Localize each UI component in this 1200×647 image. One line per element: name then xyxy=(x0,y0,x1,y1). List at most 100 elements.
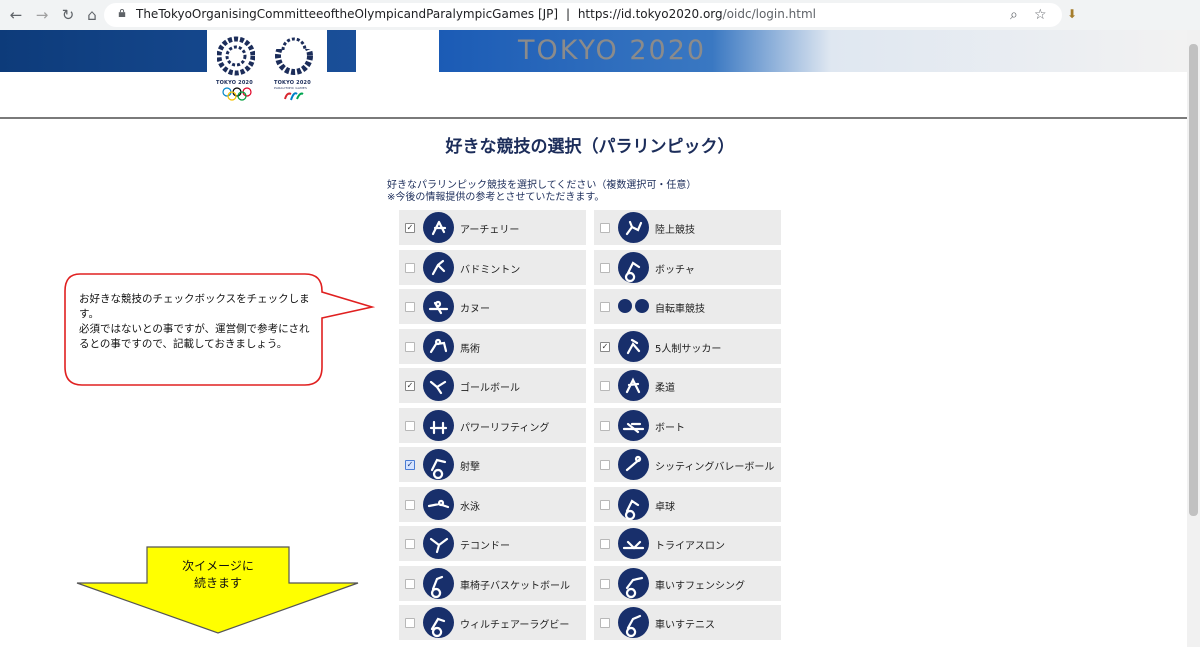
sport-label: 射撃 xyxy=(460,462,480,473)
sport-checkbox[interactable] xyxy=(600,539,610,549)
rowing-icon xyxy=(618,410,649,441)
sport-checkbox[interactable] xyxy=(405,342,415,352)
sport-option[interactable]: カヌー xyxy=(399,289,586,324)
sport-label: トライアスロン xyxy=(655,541,725,552)
sport-label: ウィルチェアーラグビー xyxy=(460,620,570,631)
callout-line2: 必須ではないとの事ですが、運営側で参考にされるとの事ですので、記載しておきましょ… xyxy=(79,323,310,350)
sport-label: 馬術 xyxy=(460,344,480,355)
sport-option[interactable]: 陸上競技 xyxy=(594,210,781,245)
sport-checkbox[interactable] xyxy=(600,618,610,628)
powerlifting-icon xyxy=(423,410,454,441)
scrollbar-thumb[interactable] xyxy=(1189,44,1198,516)
back-icon[interactable]: ← xyxy=(6,5,26,25)
sport-label: 5人制サッカー xyxy=(655,344,722,355)
sport-label: バドミントン xyxy=(460,265,521,276)
sport-checkbox[interactable] xyxy=(405,579,415,589)
sport-option[interactable]: 車いすフェンシング xyxy=(594,566,781,601)
sport-label: ボート xyxy=(655,423,685,434)
sport-checkbox[interactable] xyxy=(405,421,415,431)
cycling-icon xyxy=(635,299,649,313)
callout-line1: お好きな競技のチェックボックスをチェックします。 xyxy=(79,293,310,320)
sport-label: 卓球 xyxy=(655,502,675,513)
zoom-icon[interactable]: ⌕ xyxy=(1010,7,1018,23)
sport-option[interactable]: ボート xyxy=(594,408,781,443)
sport-option[interactable]: ボッチャ xyxy=(594,250,781,285)
lock-icon xyxy=(118,9,126,17)
sport-checkbox[interactable] xyxy=(600,381,610,391)
arrow-line1: 次イメージに xyxy=(182,559,254,573)
sport-option[interactable]: パワーリフティング xyxy=(399,408,586,443)
athletics-icon xyxy=(618,212,649,243)
sport-option[interactable]: 柔道 xyxy=(594,368,781,403)
boccia-icon xyxy=(618,252,649,283)
sport-option[interactable]: トライアスロン xyxy=(594,526,781,561)
sport-checkbox[interactable] xyxy=(600,421,610,431)
sport-checkbox[interactable] xyxy=(405,539,415,549)
judo-icon xyxy=(618,370,649,401)
shooting-icon xyxy=(423,449,454,480)
sport-checkbox[interactable] xyxy=(600,500,610,510)
sport-checkbox[interactable] xyxy=(600,263,610,273)
forward-icon[interactable]: → xyxy=(32,5,52,25)
sport-option[interactable]: ✓ ゴールボール xyxy=(399,368,586,403)
home-icon[interactable]: ⌂ xyxy=(82,5,102,25)
sport-checkbox[interactable]: ✓ xyxy=(405,460,415,470)
sport-label: カヌー xyxy=(460,304,490,315)
header-divider xyxy=(0,117,1187,119)
url-text: TheTokyoOrganisingCommitteeoftheOlympica… xyxy=(136,7,816,21)
sport-option[interactable]: ✓ アーチェリー xyxy=(399,210,586,245)
goalball-icon xyxy=(423,370,454,401)
sport-option[interactable]: 自転車競技 xyxy=(594,289,781,324)
sport-option[interactable]: 車椅子バスケットボール xyxy=(399,566,586,601)
url-path: /oidc/login.html xyxy=(722,7,816,21)
sport-label: 水泳 xyxy=(460,502,480,513)
sport-checkbox[interactable] xyxy=(600,579,610,589)
callout-text: お好きな競技のチェックボックスをチェックします。 必須ではないとの事ですが、運営… xyxy=(79,292,311,352)
sport-checkbox[interactable]: ✓ xyxy=(405,223,415,233)
sport-checkbox[interactable] xyxy=(600,223,610,233)
sport-checkbox[interactable]: ✓ xyxy=(405,381,415,391)
sport-option[interactable]: ウィルチェアーラグビー xyxy=(399,605,586,640)
sport-checkbox[interactable] xyxy=(405,500,415,510)
equestrian-icon xyxy=(423,331,454,362)
sport-label: アーチェリー xyxy=(460,225,520,236)
sport-label: ボッチャ xyxy=(655,265,695,276)
table-tennis-icon xyxy=(618,489,649,520)
sport-checkbox[interactable]: ✓ xyxy=(600,342,610,352)
extension-icon[interactable]: ⬇ xyxy=(1067,7,1077,21)
page-title: 好きな競技の選択（パラリンピック） xyxy=(445,137,735,157)
sport-checkbox[interactable] xyxy=(600,460,610,470)
cycling-icon xyxy=(618,299,632,313)
sport-option[interactable]: テコンドー xyxy=(399,526,586,561)
address-bar[interactable]: TheTokyoOrganisingCommitteeoftheOlympica… xyxy=(104,3,1062,27)
sport-checkbox[interactable] xyxy=(600,302,610,312)
sport-checkbox[interactable] xyxy=(405,302,415,312)
reload-icon[interactable]: ↻ xyxy=(58,5,78,25)
sport-label: 車いすフェンシング xyxy=(655,581,745,592)
sport-option[interactable]: ✓ 射撃 xyxy=(399,447,586,482)
sport-label: 車椅子バスケットボール xyxy=(460,581,570,592)
sport-option[interactable]: バドミントン xyxy=(399,250,586,285)
agitos-icon xyxy=(284,92,304,101)
sport-checkbox[interactable] xyxy=(405,263,415,273)
sport-option[interactable]: ✓ 5人制サッカー xyxy=(594,329,781,364)
sport-label: テコンドー xyxy=(460,541,510,552)
continue-arrow-text: 次イメージに 続きます xyxy=(150,558,286,592)
sport-option[interactable]: 水泳 xyxy=(399,487,586,522)
sport-option[interactable]: 卓球 xyxy=(594,487,781,522)
sport-label: ゴールボール xyxy=(460,383,520,394)
paralympic-emblem-icon xyxy=(275,36,313,75)
sport-option[interactable]: 車いすテニス xyxy=(594,605,781,640)
arrow-line2: 続きます xyxy=(193,576,242,590)
sport-option[interactable]: シッティングバレーボール xyxy=(594,447,781,482)
star-icon[interactable]: ☆ xyxy=(1034,7,1047,23)
wheelchair-rugby-icon xyxy=(423,607,454,638)
sport-option[interactable]: 馬術 xyxy=(399,329,586,364)
swimming-icon xyxy=(423,489,454,520)
browser-toolbar: ← → ↻ ⌂ TheTokyoOrganisingCommitteeofthe… xyxy=(0,0,1200,31)
olympic-emblem-icon xyxy=(217,36,255,76)
sport-checkbox[interactable] xyxy=(405,618,415,628)
sport-label: シッティングバレーボール xyxy=(655,462,775,473)
olympic-logo-text: TOKYO 2020 xyxy=(216,80,253,86)
sport-label: 陸上競技 xyxy=(655,225,695,236)
